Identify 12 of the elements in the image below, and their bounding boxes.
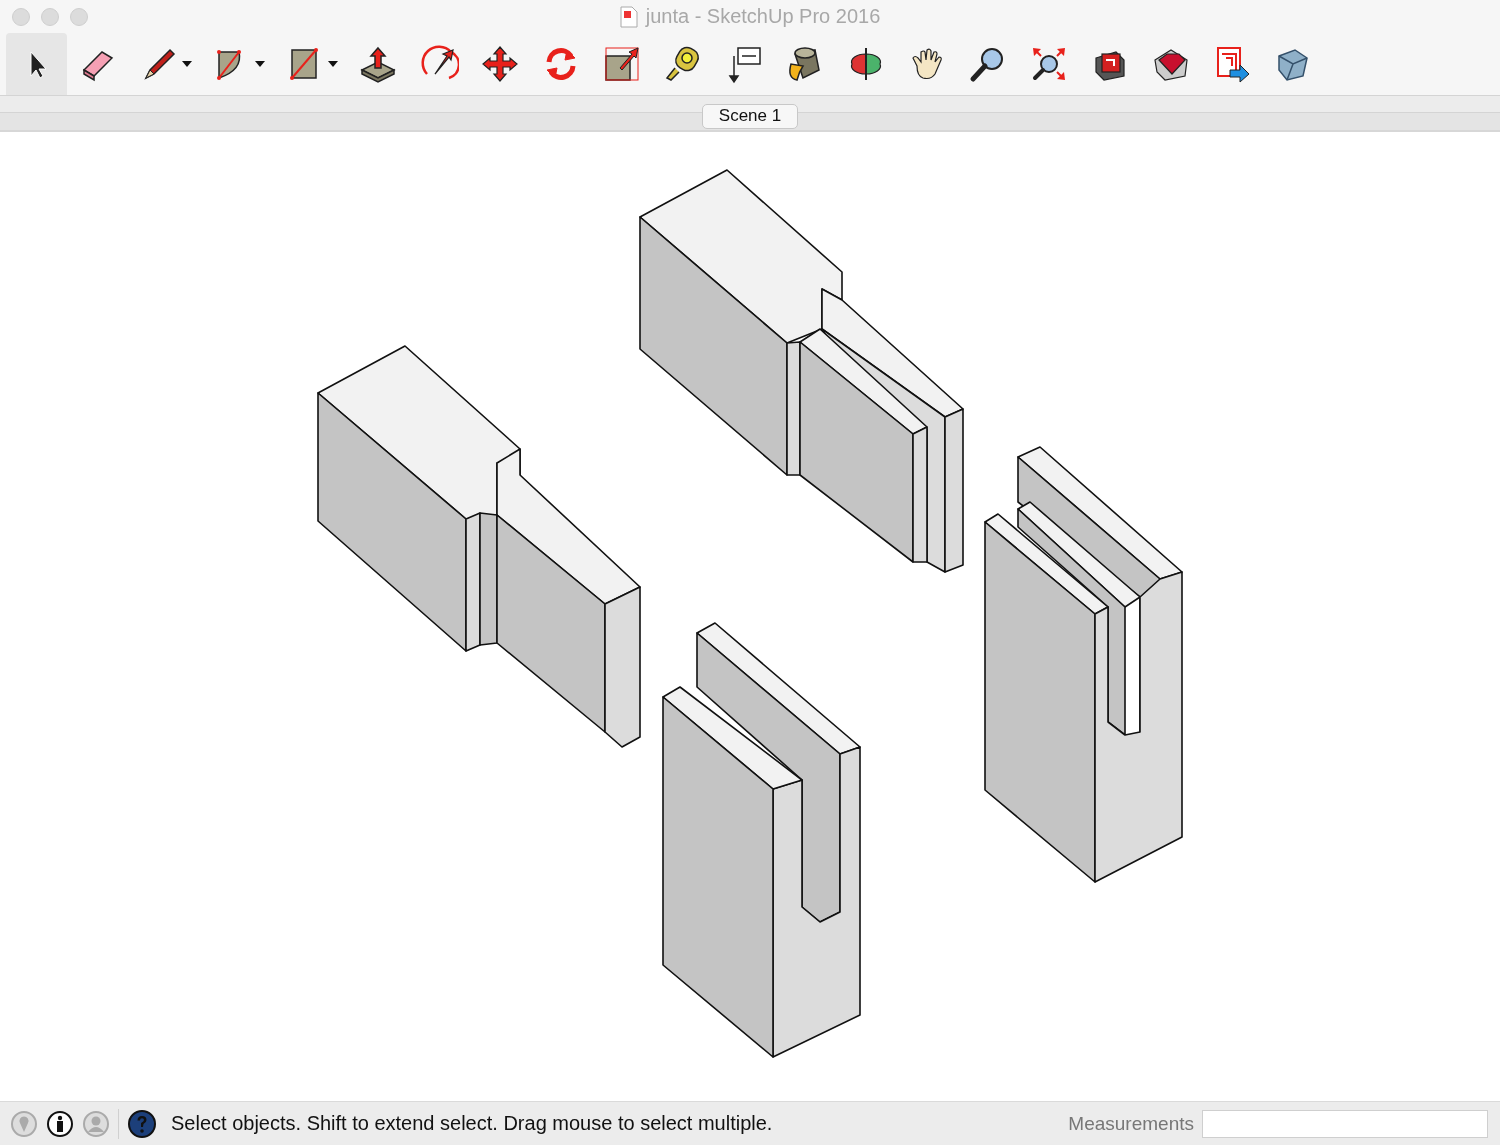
caret-icon [327, 60, 338, 67]
info-icon[interactable] [46, 1109, 74, 1138]
status-message: Select objects. Shift to extend select. Drag mouse to select multiple. [171, 1112, 773, 1135]
help-icon[interactable] [127, 1108, 157, 1139]
tool-button[interactable] [6, 33, 67, 95]
measurements-label: Measurements [1068, 1112, 1194, 1135]
caret-icon [181, 60, 192, 67]
window-title: junta - SketchUp Pro 2016 [645, 5, 881, 29]
scene-tab[interactable]: Scene 1 [701, 103, 799, 129]
caret-icon [254, 60, 265, 67]
file-icon [619, 5, 638, 28]
measurements-field[interactable] [1202, 1109, 1488, 1138]
